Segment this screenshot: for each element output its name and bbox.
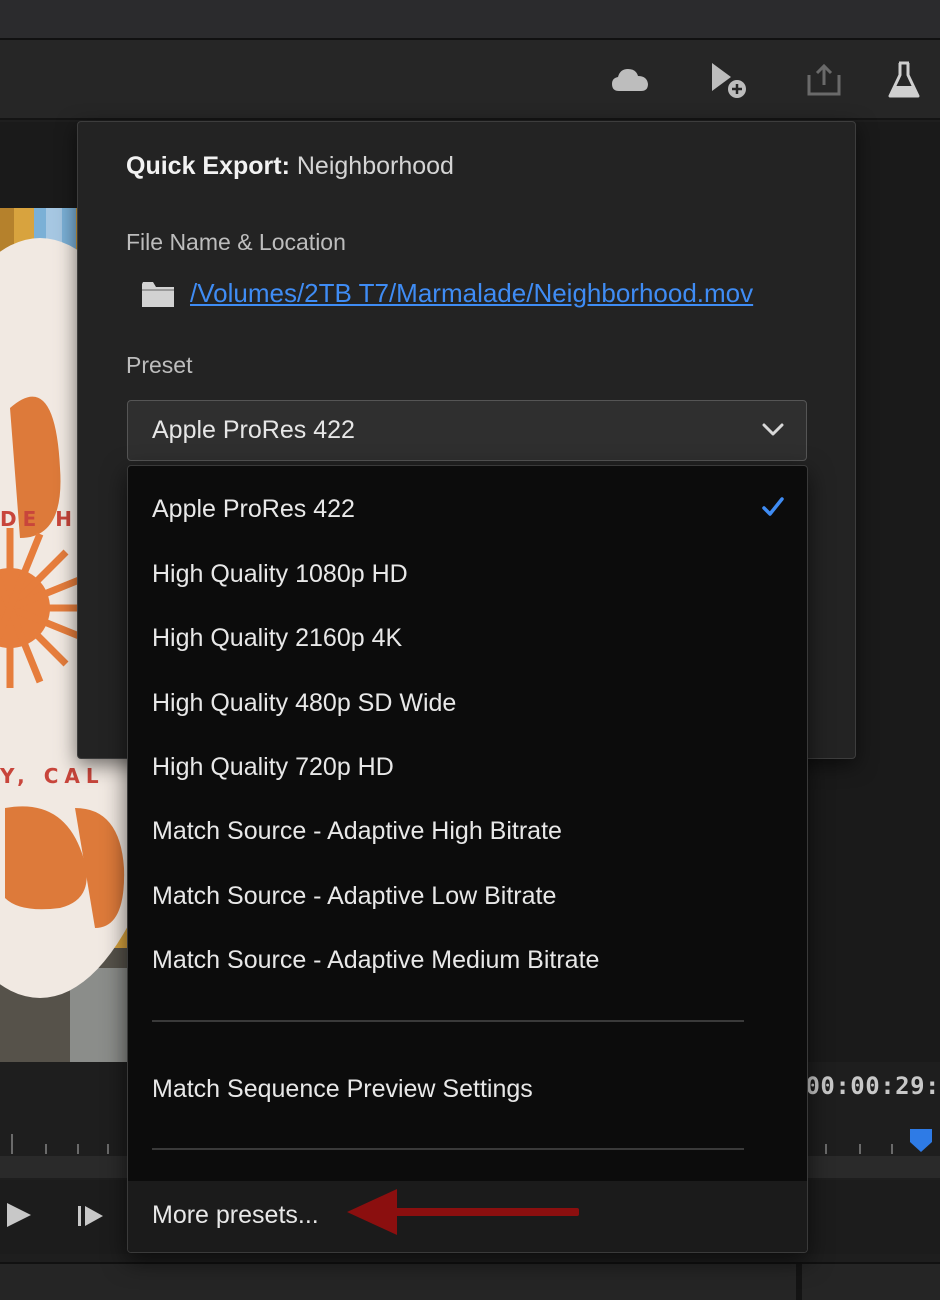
play-icon [7, 1203, 31, 1227]
menu-item-label: Match Source - Adaptive High Bitrate [152, 817, 562, 845]
menu-item-label: Match Source - Adaptive Medium Bitrate [152, 946, 600, 974]
more-presets-label: More presets... [152, 1201, 319, 1229]
menu-item-hq-480p[interactable]: High Quality 480p SD Wide [128, 676, 807, 732]
sequence-name: Neighborhood [296, 152, 454, 180]
cloud-button[interactable] [606, 58, 654, 102]
preset-dropdown[interactable]: Apple ProRes 422 [127, 400, 807, 461]
header-toolbar [0, 40, 940, 120]
menu-item-label: Match Source - Adaptive Low Bitrate [152, 882, 557, 910]
menu-item-label: High Quality 480p SD Wide [152, 689, 457, 717]
quick-export-title-label: Quick Export: [126, 152, 290, 180]
beta-flask-icon [888, 61, 920, 98]
svg-text:Y, CAL: Y, CAL [0, 764, 105, 788]
svg-text:DE H: DE H [0, 507, 78, 531]
folder-icon [142, 282, 174, 307]
menu-item-match-source-low[interactable]: Match Source - Adaptive Low Bitrate [128, 869, 807, 925]
menu-item-match-source-medium[interactable]: Match Source - Adaptive Medium Bitrate [128, 933, 807, 989]
step-forward-button[interactable] [76, 1202, 106, 1235]
bottom-panel-bar [0, 1262, 940, 1300]
menu-item-match-sequence-preview[interactable]: Match Sequence Preview Settings [128, 1062, 807, 1118]
add-marker-icon [712, 63, 746, 98]
menu-item-label: High Quality 1080p HD [152, 560, 408, 588]
file-path-link[interactable]: /Volumes/2TB T7/Marmalade/Neighborhood.m… [190, 278, 753, 309]
play-button[interactable] [4, 1200, 34, 1235]
playhead-timecode: 00:00:29: [805, 1072, 940, 1100]
quick-export-title: Quick Export: Neighborhood [126, 152, 454, 181]
share-export-icon [807, 63, 841, 96]
file-name-location-label: File Name & Location [126, 229, 346, 255]
chevron-down-icon [762, 423, 784, 436]
playhead-marker[interactable] [909, 1128, 933, 1159]
preset-dropdown-value: Apple ProRes 422 [152, 416, 355, 444]
share-button[interactable] [800, 58, 848, 102]
checkmark-icon [762, 497, 784, 516]
menu-item-label: High Quality 720p HD [152, 753, 394, 781]
beta-button[interactable] [880, 58, 928, 102]
preset-label: Preset [126, 352, 193, 378]
menu-separator [152, 1148, 744, 1150]
window-title-bar [0, 0, 940, 40]
step-forward-icon [78, 1206, 103, 1226]
menu-item-label: Match Sequence Preview Settings [152, 1075, 533, 1103]
folder-button[interactable] [141, 280, 175, 313]
menu-item-hq-1080p[interactable]: High Quality 1080p HD [128, 547, 807, 603]
annotation-arrow [345, 1188, 585, 1243]
preset-menu: Apple ProRes 422 High Quality 1080p HD H… [127, 465, 808, 1253]
menu-item-hq-720p[interactable]: High Quality 720p HD [128, 740, 807, 796]
add-marker-button[interactable] [704, 58, 752, 102]
menu-item-match-source-high[interactable]: Match Source - Adaptive High Bitrate [128, 804, 807, 860]
menu-item-label: Apple ProRes 422 [152, 495, 355, 523]
menu-separator [152, 1020, 744, 1022]
playhead-icon [910, 1129, 932, 1152]
menu-item-hq-2160p[interactable]: High Quality 2160p 4K [128, 611, 807, 667]
menu-item-label: High Quality 2160p 4K [152, 624, 403, 652]
cloud-icon [612, 69, 648, 91]
menu-item-apple-prores-422[interactable]: Apple ProRes 422 [128, 482, 807, 538]
red-arrow-icon [347, 1189, 579, 1235]
panel-divider [796, 1264, 802, 1300]
